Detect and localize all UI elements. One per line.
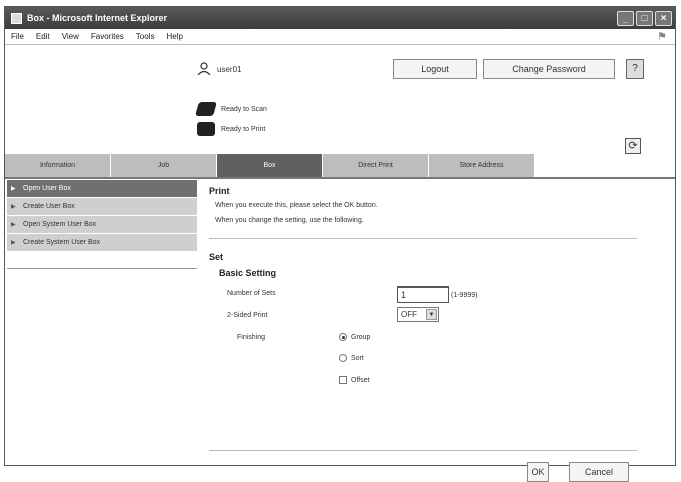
windows-logo-icon: ⚑ <box>657 31 667 43</box>
sort-label: Sort <box>351 354 364 362</box>
finishing-sort-option[interactable]: Sort <box>339 354 364 362</box>
finishing-group-option[interactable]: Group <box>339 333 370 341</box>
title-bar: Box - Microsoft Internet Explorer _ □ × <box>5 7 675 29</box>
sets-range-hint: (1-9999) <box>451 292 478 299</box>
close-icon[interactable]: × <box>655 10 672 26</box>
sidebar-item-create-user-box[interactable]: Create User Box <box>7 198 197 216</box>
page-content: user01 Logout Change Password ? Ready to… <box>5 46 675 482</box>
window-title: Box - Microsoft Internet Explorer <box>27 13 168 23</box>
maximize-icon[interactable]: □ <box>636 10 653 26</box>
menu-file[interactable]: File <box>11 32 24 41</box>
user-icon <box>197 62 211 76</box>
tab-store-address[interactable]: Store Address <box>429 154 535 178</box>
sidebar: Open User Box Create User Box Open Syste… <box>7 180 197 252</box>
scan-status-text: Ready to Scan <box>221 105 267 113</box>
help-icon[interactable]: ? <box>626 59 644 79</box>
window-controls: _ □ × <box>617 10 675 26</box>
two-sided-print-select[interactable]: OFF ▼ <box>397 307 439 322</box>
scan-status: Ready to Scan <box>195 102 267 116</box>
tab-bar: Information Job Box Direct Print Store A… <box>5 154 675 178</box>
chevron-down-icon[interactable]: ▼ <box>426 309 437 320</box>
number-of-sets-label: Number of Sets <box>227 290 276 297</box>
footer-divider <box>209 450 637 451</box>
tab-box[interactable]: Box <box>217 154 323 178</box>
group-radio[interactable] <box>339 333 347 341</box>
print-status-text: Ready to Print <box>221 125 266 133</box>
two-sided-print-value: OFF <box>401 310 417 319</box>
browser-window: Box - Microsoft Internet Explorer _ □ × … <box>4 6 676 482</box>
tab-information[interactable]: Information <box>5 154 111 178</box>
sidebar-item-open-user-box[interactable]: Open User Box <box>7 180 197 198</box>
instruction-text-2: When you change the setting, use the fol… <box>215 217 364 224</box>
basic-setting-heading: Basic Setting <box>219 268 277 278</box>
group-label: Group <box>351 333 371 341</box>
ok-button[interactable]: OK <box>527 462 549 482</box>
number-of-sets-input[interactable]: 1 <box>397 286 449 303</box>
cancel-button[interactable]: Cancel <box>569 462 629 482</box>
offset-checkbox[interactable] <box>339 376 347 384</box>
instruction-text-1: When you execute this, please select the… <box>215 202 378 209</box>
logout-button[interactable]: Logout <box>393 59 477 79</box>
tab-job[interactable]: Job <box>111 154 217 178</box>
two-sided-print-label: 2-Sided Print <box>227 312 268 319</box>
ie-icon <box>11 12 22 24</box>
menu-bar: File Edit View Favorites Tools Help ⚑ <box>5 29 675 45</box>
user-name: user01 <box>217 65 242 74</box>
sidebar-divider <box>7 268 197 269</box>
finishing-label: Finishing <box>237 334 266 341</box>
print-heading: Print <box>209 186 230 196</box>
set-heading: Set <box>209 252 224 262</box>
scanner-icon <box>195 102 217 116</box>
tab-direct-print[interactable]: Direct Print <box>323 154 429 178</box>
offset-label: Offset <box>351 376 370 384</box>
menu-view[interactable]: View <box>62 32 79 41</box>
tab-divider <box>5 177 675 179</box>
menu-edit[interactable]: Edit <box>36 32 50 41</box>
menu-tools[interactable]: Tools <box>136 32 155 41</box>
print-status: Ready to Print <box>197 122 265 136</box>
section-divider <box>209 238 637 239</box>
printer-icon <box>197 122 215 136</box>
change-password-button[interactable]: Change Password <box>483 59 615 79</box>
offset-option[interactable]: Offset <box>339 376 370 384</box>
sidebar-item-create-system-user-box[interactable]: Create System User Box <box>7 234 197 252</box>
minimize-icon[interactable]: _ <box>617 10 634 26</box>
menu-favorites[interactable]: Favorites <box>91 32 124 41</box>
sort-radio[interactable] <box>339 354 347 362</box>
menu-help[interactable]: Help <box>166 32 182 41</box>
refresh-icon[interactable]: ⟳ <box>625 138 641 154</box>
sidebar-item-open-system-user-box[interactable]: Open System User Box <box>7 216 197 234</box>
user-row: user01 Logout Change Password ? <box>5 58 675 82</box>
